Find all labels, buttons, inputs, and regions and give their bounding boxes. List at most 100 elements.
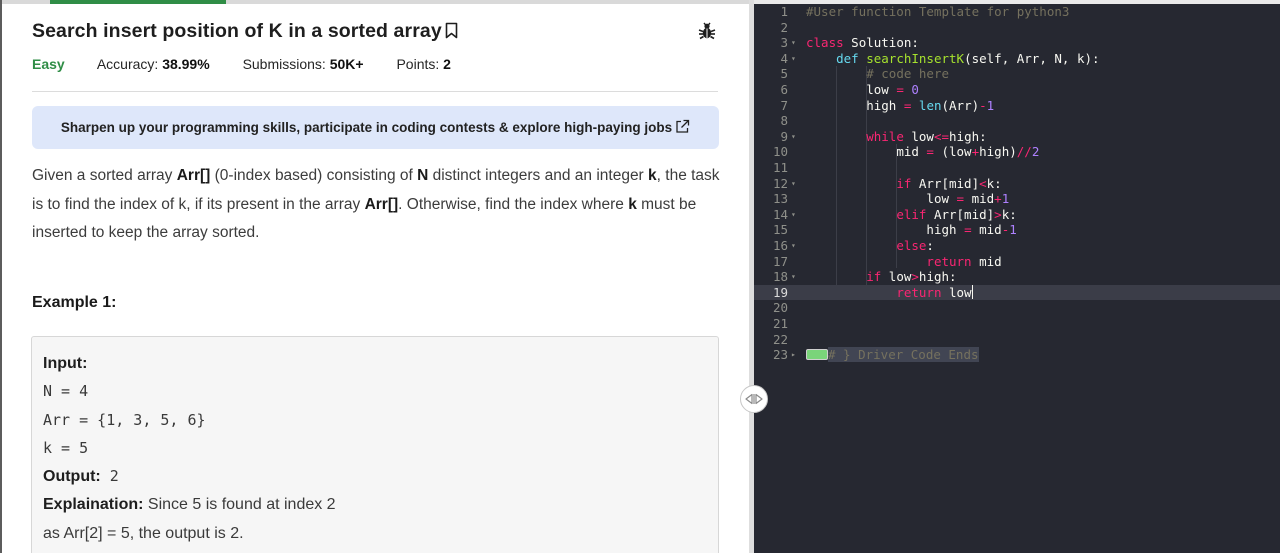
code-token: mid	[896, 144, 927, 160]
code-editor[interactable]: 1 #User function Template for python3 2 3…	[754, 0, 1280, 553]
code-line[interactable]: 8	[754, 113, 1280, 129]
resize-handle-icon[interactable]	[740, 385, 768, 413]
code-line[interactable]: 22	[754, 332, 1280, 348]
code-line[interactable]: 6 low = 0	[754, 82, 1280, 98]
folded-code-marker-icon[interactable]	[806, 349, 828, 361]
submissions-label: Submissions:	[242, 56, 326, 72]
keyword: if	[896, 175, 912, 191]
accuracy-value: 38.99%	[162, 56, 210, 72]
code-line[interactable]: 20	[754, 300, 1280, 316]
desc-term-arr: Arr[]	[364, 195, 399, 213]
code-line[interactable]: 12 ▾ if Arr[mid]<k:	[754, 176, 1280, 192]
number: 1	[1009, 222, 1017, 238]
line-number: 20	[772, 300, 788, 316]
fold-toggle-icon[interactable]: ▾	[791, 51, 799, 67]
operator: =	[956, 191, 965, 207]
desc-text: Given a sorted array	[32, 167, 177, 184]
code-line[interactable]: 1 #User function Template for python3	[754, 4, 1280, 20]
code-token: low	[941, 284, 972, 300]
code-line[interactable]: 5 # code here	[754, 66, 1280, 82]
fold-toggle-icon[interactable]: ▾	[791, 129, 799, 145]
points-label: Points:	[396, 56, 440, 72]
example-line: k = 5	[43, 434, 718, 462]
code-token: (self, Arr, N, k):	[964, 50, 1100, 66]
code-text: return mid	[806, 254, 1001, 270]
keyword: return	[896, 284, 942, 300]
fold-toggle-icon[interactable]: ▾	[791, 35, 799, 51]
code-line[interactable]: 4 ▾ def searchInsertK(self, Arr, N, k):	[754, 51, 1280, 67]
example-line: Input:	[43, 349, 718, 377]
text-cursor	[971, 284, 973, 299]
line-number: 8	[780, 113, 788, 129]
code-line[interactable]: 16 ▾ else:	[754, 238, 1280, 254]
code-line[interactable]: 13 low = mid+1	[754, 191, 1280, 207]
line-number: 7	[780, 97, 788, 113]
example-line: Output: 2	[43, 462, 718, 490]
code-line[interactable]: 21	[754, 316, 1280, 332]
problem-title-text: Search insert position of K in a sorted …	[32, 20, 442, 42]
example-box: Input: N = 4 Arr = {1, 3, 5, 6} k = 5 Ou…	[31, 336, 719, 553]
line-number: 21	[772, 316, 788, 331]
operator: -	[979, 97, 987, 113]
code-line[interactable]: 3 ▾ class Solution:	[754, 35, 1280, 51]
desc-term-k: k	[648, 167, 657, 184]
code-line[interactable]: 17 return mid	[754, 254, 1280, 270]
code-text: low = 0	[806, 82, 919, 98]
code-line[interactable]: 2	[754, 20, 1280, 36]
fold-toggle-icon[interactable]: ▾	[791, 176, 799, 192]
code-text: #User function Template for python3	[806, 4, 1070, 19]
fold-toggle-icon[interactable]: ▸	[791, 347, 799, 363]
fold-toggle-icon[interactable]: ▾	[791, 238, 799, 254]
line-number: 2	[780, 19, 788, 35]
line-number: 12	[772, 175, 788, 191]
code-token: mid	[964, 191, 995, 207]
operator: =	[964, 222, 972, 238]
submissions-value: 50K+	[329, 56, 364, 72]
operator: <=	[933, 128, 950, 144]
bookmark-icon[interactable]	[445, 22, 458, 45]
input-k: k = 5	[43, 438, 89, 457]
keyword: if	[866, 269, 882, 285]
comment: # } Driver Code Ends	[828, 347, 979, 363]
code-line[interactable]: 15 high = mid-1	[754, 222, 1280, 238]
builtin: len	[911, 97, 942, 113]
example-line: Explaination: Since 5 is found at index …	[43, 490, 718, 518]
line-number: 13	[772, 191, 788, 207]
function-name: searchInsertK	[866, 50, 965, 66]
explanation-text: Since 5 is found at index 2	[143, 496, 336, 514]
code-token: mid	[971, 222, 1002, 238]
line-number: 15	[772, 222, 788, 238]
code-line[interactable]: 23 ▸ # } Driver Code Ends	[754, 347, 1280, 363]
fold-toggle-icon[interactable]: ▾	[791, 207, 799, 223]
code-token: (Arr)	[941, 97, 980, 113]
input-label: Input:	[43, 355, 88, 372]
line-number: 19	[772, 284, 788, 300]
operator: =	[896, 82, 904, 97]
code-line[interactable]: 11	[754, 160, 1280, 176]
code-text: mid = (low+high)//2	[806, 144, 1039, 160]
line-number: 6	[780, 82, 788, 97]
code-line[interactable]: 14 ▾ elif Arr[mid]>k:	[754, 207, 1280, 223]
explanation-label: Explaination:	[43, 496, 144, 514]
points-value: 2	[443, 56, 451, 72]
code-line[interactable]: 7 high = len(Arr)-1	[754, 98, 1280, 114]
input-n: N = 4	[43, 382, 89, 401]
keyword: elif	[896, 206, 927, 222]
line-number: 1	[780, 4, 788, 19]
line-number: 4	[780, 50, 788, 66]
code-token: low	[866, 82, 897, 97]
keyword: while	[866, 128, 904, 144]
code-line[interactable]: 18 ▾ if low>high:	[754, 269, 1280, 285]
promo-banner-link[interactable]: Sharpen up your programming skills, part…	[32, 106, 719, 149]
fold-toggle-icon[interactable]: ▾	[791, 269, 799, 285]
report-bug-icon[interactable]	[697, 21, 717, 41]
code-text: if Arr[mid]<k:	[806, 175, 1001, 192]
number: 2	[1031, 144, 1040, 160]
problem-panel: Search insert position of K in a sorted …	[0, 0, 749, 553]
code-line[interactable]: 9 ▾ while low<=high:	[754, 129, 1280, 145]
number: 1	[986, 97, 995, 113]
code-line[interactable]: 10 mid = (low+high)//2	[754, 144, 1280, 160]
code-token: high	[926, 222, 965, 238]
accuracy-stat: Accuracy: 38.99%	[97, 56, 210, 72]
code-line-active[interactable]: 19 return low	[754, 284, 1280, 301]
